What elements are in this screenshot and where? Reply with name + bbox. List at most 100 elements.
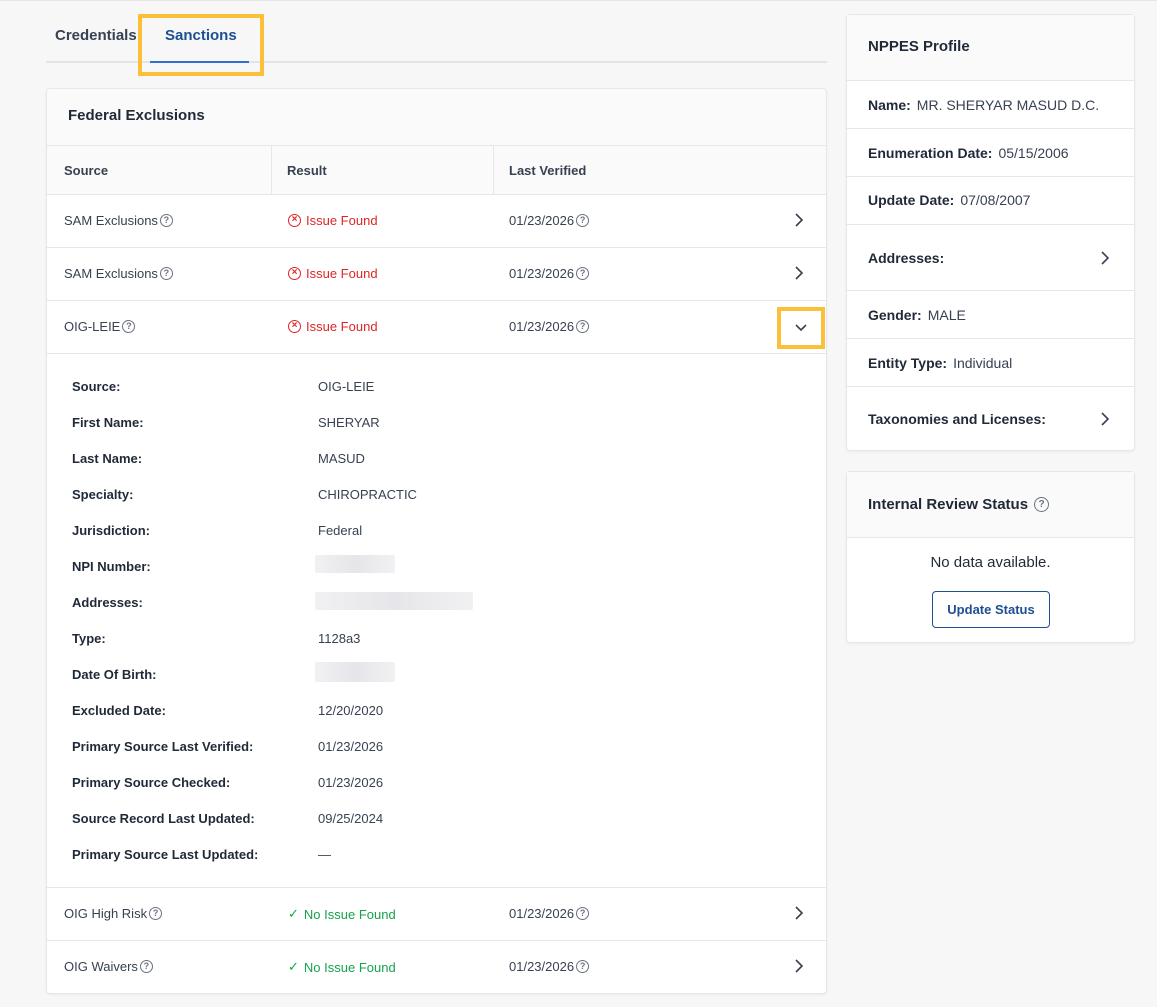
- collapse-button[interactable]: [777, 307, 825, 349]
- result-label: Issue Found: [306, 266, 378, 281]
- detail-value: —: [318, 847, 331, 862]
- detail-label: Source Record Last Updated:: [72, 811, 255, 826]
- verified-cell: 01/23/2026?: [509, 319, 590, 334]
- federal-exclusions-card: Federal Exclusions Source Result Last Ve…: [46, 88, 827, 994]
- check-icon: ✓: [288, 959, 299, 974]
- question-circle-icon[interactable]: ?: [139, 960, 153, 973]
- field-value: 07/08/2007: [960, 192, 1031, 208]
- verified-date: 01/23/2026: [509, 319, 575, 334]
- result-cell: ✓ No Issue Found: [288, 959, 396, 975]
- field-label: Addresses:: [868, 249, 945, 266]
- chevron-right-icon[interactable]: [790, 262, 808, 284]
- result-label: No Issue Found: [303, 959, 396, 975]
- detail-label: Last Name:: [72, 451, 143, 466]
- detail-label: First Name:: [72, 415, 144, 430]
- table-row[interactable]: OIG Waivers? ✓ No Issue Found 01/23/2026?: [47, 941, 826, 993]
- source-cell: SAM Exclusions?: [64, 213, 173, 228]
- row-details-panel: Source: OIG-LEIE First Name: SHERYAR Las…: [47, 354, 826, 888]
- question-circle-icon[interactable]: ?: [576, 267, 590, 280]
- detail-label: Primary Source Last Verified:: [72, 739, 254, 754]
- question-circle-icon[interactable]: ?: [576, 907, 590, 920]
- detail-value: 01/23/2026: [318, 775, 384, 790]
- tab-credentials[interactable]: Credentials: [55, 27, 137, 44]
- result-cell: × Issue Found: [288, 319, 378, 334]
- question-circle-icon[interactable]: ?: [1034, 497, 1050, 512]
- active-tab-indicator: [150, 61, 249, 63]
- result-cell: ✓ No Issue Found: [288, 906, 396, 922]
- detail-value: SHERYAR: [318, 415, 380, 430]
- field-label: Enumeration Date:: [868, 144, 993, 161]
- chevron-right-icon[interactable]: [790, 209, 808, 231]
- detail-value: 12/20/2020: [318, 703, 384, 718]
- verified-cell: 01/23/2026?: [509, 213, 590, 228]
- detail-value: 09/25/2024: [318, 811, 384, 826]
- question-circle-icon[interactable]: ?: [576, 960, 590, 973]
- source-label: OIG-LEIE: [64, 319, 121, 334]
- question-circle-icon[interactable]: ?: [159, 214, 173, 227]
- chevron-right-icon[interactable]: [1096, 408, 1114, 430]
- chevron-right-icon[interactable]: [790, 902, 808, 924]
- question-circle-icon[interactable]: ?: [159, 267, 173, 280]
- source-label: SAM Exclusions: [64, 266, 158, 281]
- column-divider: [493, 146, 494, 195]
- tab-sanctions-highlight: [138, 14, 264, 76]
- question-circle-icon[interactable]: ?: [576, 214, 590, 227]
- field-value: 05/15/2006: [998, 144, 1069, 161]
- result-cell: × Issue Found: [288, 213, 378, 228]
- source-label: SAM Exclusions: [64, 213, 158, 228]
- detail-label: Type:: [72, 631, 106, 646]
- detail-label: Primary Source Checked:: [72, 775, 231, 790]
- nppes-enumeration-row: Enumeration Date: 05/15/2006: [847, 129, 1134, 177]
- x-circle-icon: ×: [288, 320, 301, 333]
- verified-cell: 01/23/2026?: [509, 906, 590, 921]
- verified-cell: 01/23/2026?: [509, 959, 590, 974]
- field-value: MR. SHERYAR MASUD D.C.: [916, 96, 1100, 113]
- detail-label: Jurisdiction:: [72, 523, 151, 538]
- tab-sanctions[interactable]: Sanctions: [165, 27, 237, 44]
- field-label: Name:: [868, 96, 911, 113]
- table-row[interactable]: SAM Exclusions? × Issue Found 01/23/2026?: [47, 248, 826, 301]
- update-status-button[interactable]: Update Status: [932, 591, 1050, 628]
- table-row[interactable]: OIG High Risk? ✓ No Issue Found 01/23/202…: [47, 888, 826, 941]
- source-label: OIG High Risk: [64, 906, 148, 921]
- nppes-name-row: Name: MR. SHERYAR MASUD D.C.: [847, 81, 1134, 129]
- source-cell: OIG Waivers?: [64, 959, 153, 974]
- chevron-down-icon: [795, 324, 807, 332]
- question-circle-icon[interactable]: ?: [149, 907, 163, 920]
- verified-cell: 01/23/2026?: [509, 266, 590, 281]
- main-column: Credentials Sanctions Federal Exclusions…: [46, 1, 827, 994]
- question-circle-icon[interactable]: ?: [576, 320, 590, 333]
- chevron-right-icon[interactable]: [1096, 247, 1114, 269]
- detail-label: Primary Source Last Updated:: [72, 847, 259, 862]
- verified-date: 01/23/2026: [509, 266, 575, 281]
- redacted-address: [315, 592, 473, 610]
- detail-value: CHIROPRACTIC: [318, 487, 417, 502]
- nppes-taxonomies-row[interactable]: Taxonomies and Licenses:: [847, 387, 1134, 451]
- field-value: Individual: [953, 354, 1013, 371]
- card-title: Federal Exclusions: [47, 89, 826, 146]
- tab-bar: Credentials Sanctions: [46, 1, 827, 76]
- nppes-update-row: Update Date: 07/08/2007: [847, 177, 1134, 225]
- table-row[interactable]: SAM Exclusions? × Issue Found 01/23/2026?: [47, 195, 826, 248]
- detail-value: OIG-LEIE: [318, 379, 375, 394]
- nppes-addresses-row[interactable]: Addresses:: [847, 225, 1134, 291]
- detail-value: MASUD: [318, 451, 365, 466]
- column-divider: [271, 146, 272, 195]
- redacted-npi: [315, 555, 395, 573]
- detail-label: Date Of Birth:: [72, 667, 157, 682]
- source-label: OIG Waivers: [64, 959, 138, 974]
- field-value: MALE: [927, 306, 966, 323]
- detail-label: Source:: [72, 379, 121, 394]
- source-cell: OIG-LEIE?: [64, 319, 136, 334]
- card-title: NPPES Profile: [847, 15, 1134, 81]
- column-header-source: Source: [64, 163, 109, 178]
- field-label: Update Date:: [868, 192, 955, 208]
- source-cell: OIG High Risk?: [64, 906, 163, 921]
- table-row-expanded[interactable]: OIG-LEIE? × Issue Found 01/23/2026?: [47, 301, 826, 354]
- question-circle-icon[interactable]: ?: [122, 320, 136, 333]
- verified-date: 01/23/2026: [509, 213, 575, 228]
- chevron-right-icon[interactable]: [790, 955, 808, 977]
- detail-label: NPI Number:: [72, 559, 151, 574]
- result-cell: × Issue Found: [288, 266, 378, 281]
- detail-value: 01/23/2026: [318, 739, 384, 754]
